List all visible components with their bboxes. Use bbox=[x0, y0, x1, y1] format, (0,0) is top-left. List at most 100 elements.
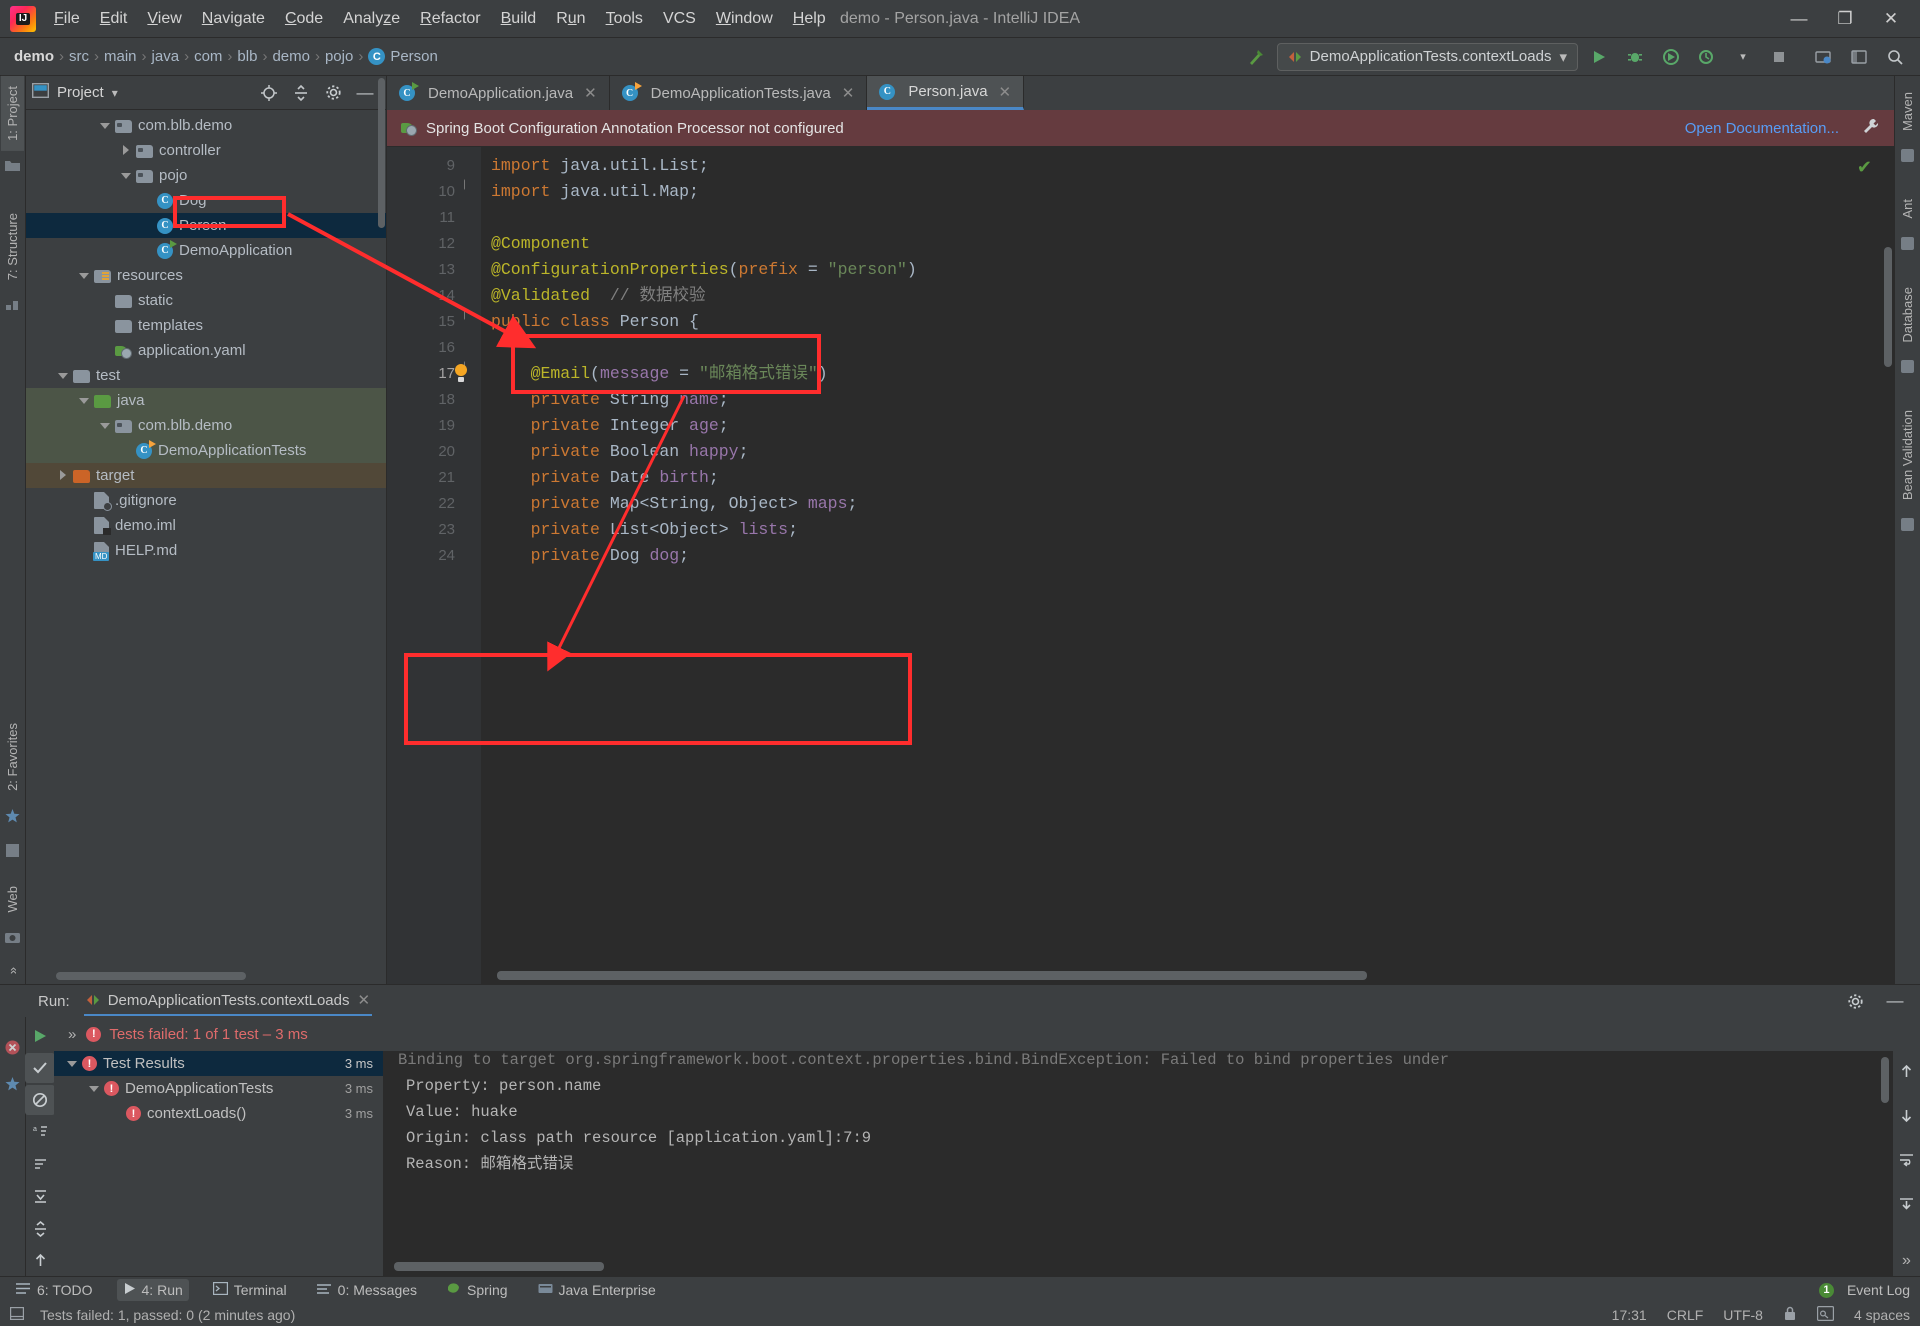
tree-item-static[interactable]: static bbox=[26, 288, 386, 313]
right-tab-ant[interactable]: Ant bbox=[1896, 189, 1919, 229]
close-icon[interactable]: ✕ bbox=[842, 84, 855, 102]
breadcrumb-item-person[interactable]: CPerson bbox=[364, 48, 442, 65]
tree-item-resources[interactable]: resources bbox=[26, 263, 386, 288]
settings-icon[interactable] bbox=[318, 78, 348, 108]
chevron-down-icon[interactable] bbox=[66, 1057, 79, 1070]
right-tab-database[interactable]: Database bbox=[1896, 277, 1919, 353]
menu-vcs[interactable]: VCS bbox=[653, 4, 706, 34]
run-configuration-selector[interactable]: DemoApplicationTests.contextLoads ▾ bbox=[1277, 43, 1578, 71]
indent-indicator[interactable]: 4 spaces bbox=[1854, 1307, 1910, 1323]
chevron-down-icon[interactable] bbox=[88, 1082, 101, 1095]
menu-code[interactable]: Code bbox=[275, 4, 333, 34]
chevron-down-icon[interactable] bbox=[78, 394, 91, 407]
chevron-down-icon[interactable]: ▾ bbox=[1728, 42, 1758, 72]
locate-icon[interactable] bbox=[254, 78, 284, 108]
code-content[interactable]: import java.util.List;import java.util.M… bbox=[481, 147, 1894, 984]
tree-item-java[interactable]: java bbox=[26, 388, 386, 413]
chevron-down-icon[interactable]: ▾ bbox=[1559, 48, 1567, 66]
menu-bar[interactable]: FileEditViewNavigateCodeAnalyzeRefactorB… bbox=[44, 4, 836, 34]
menu-analyze[interactable]: Analyze bbox=[333, 4, 410, 34]
debug-icon[interactable] bbox=[1620, 42, 1650, 72]
chevron-right-icon[interactable] bbox=[57, 469, 70, 482]
close-icon[interactable]: ✕ bbox=[358, 991, 371, 1009]
menu-edit[interactable]: Edit bbox=[90, 4, 138, 34]
console-output[interactable]: Binding to target org.springframework.bo… bbox=[384, 1051, 1892, 1276]
breadcrumb-item-com[interactable]: com bbox=[190, 48, 226, 65]
sidebar-tab-favorites[interactable]: 2: Favorites bbox=[1, 713, 24, 801]
layout-icon[interactable] bbox=[1844, 42, 1874, 72]
soft-wrap-icon[interactable] bbox=[1892, 1145, 1920, 1175]
tool-window-4-run[interactable]: 4: Run bbox=[117, 1279, 189, 1301]
menu-help[interactable]: Help bbox=[783, 4, 836, 34]
expand-all-button[interactable] bbox=[25, 1181, 55, 1211]
scroll-down-icon[interactable] bbox=[1892, 1101, 1920, 1131]
test-tree-item-contextloads-[interactable]: !contextLoads()3 ms bbox=[54, 1101, 383, 1126]
favorites-strip-icon[interactable] bbox=[5, 1077, 20, 1096]
tool-window-java-enterprise[interactable]: Java Enterprise bbox=[532, 1279, 662, 1301]
update-icon[interactable] bbox=[1808, 42, 1838, 72]
minimize-button[interactable]: — bbox=[1776, 0, 1822, 38]
collapse-all-icon[interactable] bbox=[286, 78, 316, 108]
expand-strip-icon[interactable]: » bbox=[1, 957, 24, 984]
tree-item-pojo[interactable]: pojo bbox=[26, 163, 386, 188]
inspection-icon[interactable] bbox=[1817, 1306, 1834, 1324]
lock-icon[interactable] bbox=[1783, 1306, 1797, 1324]
code-editor[interactable]: 9101112131415161718192021222324 import j… bbox=[387, 147, 1894, 984]
tree-item-demoapplication[interactable]: CDemoApplication bbox=[26, 238, 386, 263]
chevron-right-icon[interactable] bbox=[120, 144, 133, 157]
sort-by-duration-button[interactable] bbox=[25, 1149, 55, 1179]
open-documentation-link[interactable]: Open Documentation... bbox=[1685, 120, 1839, 137]
editor-tab-demoapplicationtests-java[interactable]: CDemoApplicationTests.java✕ bbox=[610, 76, 868, 110]
menu-window[interactable]: Window bbox=[706, 4, 783, 34]
run-icon[interactable] bbox=[1584, 42, 1614, 72]
tree-item-com-blb-demo[interactable]: com.blb.demo bbox=[26, 413, 386, 438]
collapse-all-button[interactable] bbox=[25, 1213, 55, 1243]
build-icon[interactable] bbox=[1241, 42, 1271, 72]
expand-console-toolbar-icon[interactable]: » bbox=[1892, 1246, 1920, 1276]
menu-build[interactable]: Build bbox=[491, 4, 547, 34]
run-tab[interactable]: DemoApplicationTests.contextLoads ✕ bbox=[84, 986, 372, 1016]
sidebar-tab-project[interactable]: 1: Project bbox=[1, 76, 24, 151]
menu-view[interactable]: View bbox=[137, 4, 191, 34]
chevron-down-icon[interactable] bbox=[78, 269, 91, 282]
project-tree[interactable]: com.blb.democontrollerpojoCDogCPersonCDe… bbox=[26, 110, 386, 984]
breadcrumb-item-demo[interactable]: demo bbox=[10, 48, 58, 65]
lightbulb-icon[interactable] bbox=[453, 364, 469, 382]
tool-window-terminal[interactable]: Terminal bbox=[207, 1279, 293, 1301]
menu-refactor[interactable]: Refactor bbox=[410, 4, 490, 34]
tree-item-templates[interactable]: templates bbox=[26, 313, 386, 338]
sidebar-tab-structure[interactable]: 7: Structure bbox=[1, 203, 24, 290]
prev-failed-button[interactable] bbox=[25, 1245, 55, 1275]
editor-tab-person-java[interactable]: CPerson.java✕ bbox=[867, 76, 1024, 110]
breadcrumb-item-blb[interactable]: blb bbox=[233, 48, 261, 65]
event-log-area[interactable]: 1 Event Log bbox=[1819, 1282, 1910, 1298]
chevron-down-icon[interactable] bbox=[99, 419, 112, 432]
project-tree-scrollbar[interactable] bbox=[378, 78, 385, 228]
test-tree-item-demoapplicationtests[interactable]: !DemoApplicationTests3 ms bbox=[54, 1076, 383, 1101]
tool-window-0-messages[interactable]: 0: Messages bbox=[311, 1279, 423, 1301]
chevron-down-icon[interactable] bbox=[99, 119, 112, 132]
menu-file[interactable]: File bbox=[44, 4, 90, 34]
breadcrumb-item-src[interactable]: src bbox=[65, 48, 93, 65]
search-icon[interactable] bbox=[1880, 42, 1910, 72]
line-separator-indicator[interactable]: CRLF bbox=[1667, 1307, 1704, 1323]
breadcrumb-item-java[interactable]: java bbox=[148, 48, 184, 65]
stop-icon[interactable] bbox=[1764, 42, 1794, 72]
rerun-error-icon[interactable] bbox=[4, 1039, 21, 1061]
close-icon[interactable]: ✕ bbox=[999, 83, 1012, 101]
console-vertical-scrollbar[interactable] bbox=[1881, 1057, 1889, 1103]
tool-window-spring[interactable]: Spring bbox=[441, 1279, 513, 1301]
event-log-label[interactable]: Event Log bbox=[1847, 1282, 1910, 1298]
breadcrumb-item-demo[interactable]: demo bbox=[268, 48, 314, 65]
tool-window-6-todo[interactable]: 6: TODO bbox=[10, 1279, 99, 1301]
scroll-to-end-icon[interactable] bbox=[1892, 1188, 1920, 1218]
right-tab-bean-validation[interactable]: Bean Validation bbox=[1896, 400, 1919, 510]
tree-item-help-md[interactable]: MDHELP.md bbox=[26, 538, 386, 563]
breadcrumb-item-main[interactable]: main bbox=[100, 48, 141, 65]
hide-panel-icon[interactable]: — bbox=[350, 78, 380, 108]
sidebar-tab-web[interactable]: Web bbox=[1, 876, 24, 923]
wrench-icon[interactable] bbox=[1862, 117, 1880, 139]
right-tab-maven[interactable]: Maven bbox=[1896, 82, 1919, 141]
minimize-icon[interactable]: — bbox=[1880, 986, 1910, 1016]
project-tree-hscrollbar[interactable] bbox=[56, 972, 246, 980]
